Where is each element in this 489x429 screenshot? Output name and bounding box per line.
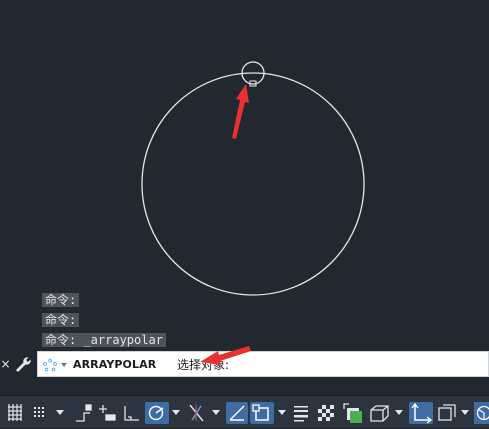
gizmo-icon[interactable] xyxy=(474,402,489,424)
infer-constraints-icon[interactable] xyxy=(76,405,91,421)
3d-object-snap-icon[interactable] xyxy=(371,406,388,421)
snap-mode-dropdown-icon[interactable] xyxy=(56,410,64,415)
command-history-line: 命令: _arraypolar xyxy=(42,333,166,347)
grid-icon[interactable] xyxy=(8,404,22,421)
isometric-drafting-icon[interactable] xyxy=(190,405,203,421)
polar-tracking-dropdown-icon[interactable] xyxy=(172,410,180,415)
selection-filter-dropdown-icon[interactable] xyxy=(461,410,469,415)
command-line-input[interactable]: ARRAYPOLAR 选择对象: xyxy=(37,351,489,377)
ortho-mode-icon[interactable] xyxy=(125,406,139,420)
status-bar-toggles xyxy=(0,396,489,429)
customize-wrench-icon[interactable] xyxy=(13,355,33,375)
dynamic-input-icon[interactable] xyxy=(99,405,115,420)
osnap-marker-glyph xyxy=(253,405,259,411)
object-snap-dropdown-icon[interactable] xyxy=(278,410,286,415)
selection-filter-icon[interactable] xyxy=(439,405,455,420)
command-history-line: 命令: xyxy=(42,293,79,307)
snap-mode-icon[interactable] xyxy=(34,407,44,417)
drawing-canvas[interactable]: 命令: 命令: 命令: _arraypolar xyxy=(0,0,489,395)
selection-cycling-icon[interactable] xyxy=(344,404,362,423)
close-command-line-button[interactable]: × xyxy=(0,353,11,375)
status-bar xyxy=(0,395,489,428)
active-command-name: ARRAYPOLAR xyxy=(73,357,156,373)
transparency-icon[interactable] xyxy=(318,405,334,421)
command-prompt-text: 选择对象: xyxy=(177,357,229,373)
large-circle[interactable] xyxy=(142,73,364,295)
lineweight-icon[interactable] xyxy=(294,406,308,422)
isometric-dropdown-icon[interactable] xyxy=(212,410,220,415)
recent-commands-dropdown-icon[interactable] xyxy=(60,358,68,372)
3d-object-snap-dropdown-icon[interactable] xyxy=(395,410,403,415)
polar-array-icon xyxy=(42,358,58,372)
command-history-line: 命令: xyxy=(42,313,79,327)
